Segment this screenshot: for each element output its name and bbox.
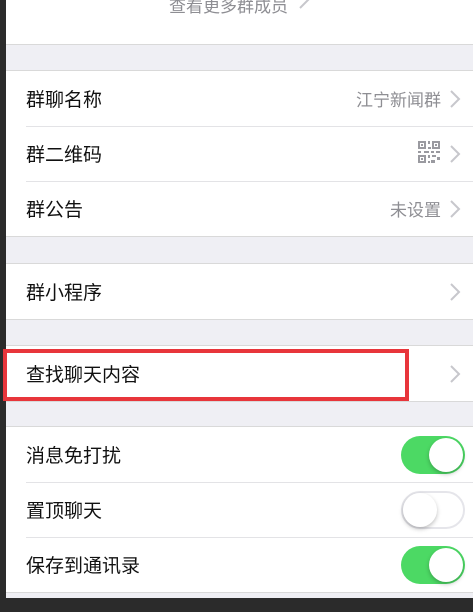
group-info-section: 群聊名称 江宁新闻群 群二维码 群公告 未设置 (6, 70, 473, 237)
search-section: 查找聊天内容 (6, 345, 473, 402)
group-mini-program-label: 群小程序 (26, 282, 103, 304)
save-to-contacts-row: 保存到通讯录 (6, 537, 473, 592)
chevron-right-icon (298, 0, 310, 10)
group-name-value: 江宁新闻群 (356, 91, 441, 111)
group-announcement-row[interactable]: 群公告 未设置 (6, 181, 473, 236)
group-chat-settings-screen: 查看更多群成员 群聊名称 江宁新闻群 群二维码 群公告 未设置 群小程序 查找聊… (6, 0, 473, 612)
mute-notifications-row: 消息免打扰 (6, 427, 473, 482)
toggle-knob (403, 492, 437, 527)
chevron-right-icon (449, 89, 461, 109)
sticky-on-top-row: 置顶聊天 (6, 482, 473, 537)
chevron-right-icon (449, 199, 461, 219)
mute-notifications-label: 消息免打扰 (26, 445, 122, 467)
group-name-label: 群聊名称 (26, 89, 103, 111)
chevron-right-icon (449, 282, 461, 302)
toggle-knob (429, 437, 463, 472)
group-qr-code-row[interactable]: 群二维码 (6, 126, 473, 181)
search-chat-content-row[interactable]: 查找聊天内容 (6, 346, 473, 401)
mini-program-section: 群小程序 (6, 263, 473, 320)
toggle-knob (429, 547, 463, 582)
group-mini-program-row[interactable]: 群小程序 (6, 264, 473, 319)
qr-code-icon (417, 140, 441, 168)
save-to-contacts-label: 保存到通讯录 (26, 555, 141, 577)
view-more-members-link[interactable]: 查看更多群成员 (6, 0, 473, 45)
save-to-contacts-toggle[interactable] (401, 545, 465, 584)
view-more-members-label: 查看更多群成员 (169, 0, 288, 17)
group-announcement-label: 群公告 (26, 199, 84, 221)
toggles-section: 消息免打扰 置顶聊天 保存到通讯录 (6, 426, 473, 593)
group-qr-code-label: 群二维码 (26, 144, 103, 166)
sticky-on-top-label: 置顶聊天 (26, 500, 103, 522)
group-name-row[interactable]: 群聊名称 江宁新闻群 (6, 71, 473, 126)
mute-notifications-toggle[interactable] (401, 435, 465, 474)
group-announcement-value: 未设置 (390, 201, 441, 221)
search-chat-content-label: 查找聊天内容 (26, 364, 141, 386)
device-frame-bottom (0, 598, 473, 612)
sticky-on-top-toggle[interactable] (401, 490, 465, 529)
chevron-right-icon (449, 144, 461, 164)
chevron-right-icon (449, 364, 461, 384)
